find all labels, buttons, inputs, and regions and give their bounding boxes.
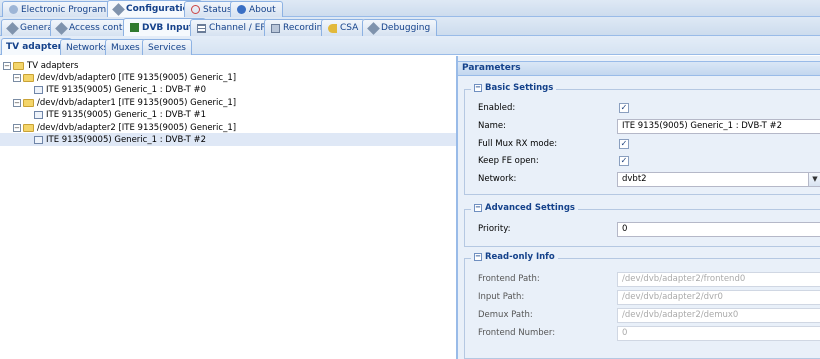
info-icon	[237, 5, 246, 14]
wrench-icon	[367, 21, 380, 35]
tab-debugging-label: Debugging	[381, 23, 431, 33]
tab-services[interactable]: Services	[142, 39, 192, 55]
tuner-icon	[34, 85, 43, 94]
main-tab-strip: Electronic Program Guide Configuration S…	[0, 0, 820, 17]
tab-debugging[interactable]: Debugging	[362, 19, 438, 36]
full-mux-checkbox[interactable]: ✓	[619, 139, 629, 149]
keep-fe-label: Keep FE open:	[478, 156, 539, 166]
tab-status-label: Status	[203, 4, 232, 15]
parameters-header: Parameters	[458, 61, 820, 76]
eye-icon	[191, 5, 200, 14]
folder-icon	[23, 98, 34, 107]
input-path-label: Input Path:	[478, 292, 525, 302]
tree-frontend-2-selected[interactable]: ITE 9135(9005) Generic_1 : DVB-T #2	[0, 133, 456, 146]
tab-muxes[interactable]: Muxes	[105, 39, 146, 55]
frontend-number-label: Frontend Number:	[478, 328, 556, 338]
wrench-icon	[55, 21, 68, 35]
tree-root-label: TV adapters	[27, 60, 79, 71]
tree-adapter-label: /dev/dvb/adapter2 [ITE 9135(9005) Generi…	[37, 122, 237, 133]
input-path-field: /dev/dvb/adapter2/dvr0	[617, 290, 820, 305]
collapse-icon[interactable]: −	[474, 84, 482, 92]
tuner-icon	[34, 135, 43, 144]
collapse-icon[interactable]: −	[3, 61, 11, 70]
frontend-path-field: /dev/dvb/adapter2/frontend0	[617, 272, 820, 287]
list-icon	[197, 23, 206, 33]
tree-frontend-0[interactable]: ITE 9135(9005) Generic_1 : DVB-T #0	[34, 83, 206, 96]
tree-frontend-label: ITE 9135(9005) Generic_1 : DVB-T #1	[46, 109, 207, 120]
tree-adapter-label: /dev/dvb/adapter0 [ITE 9135(9005) Generi…	[37, 72, 237, 83]
tuner-icon	[34, 110, 43, 119]
readonly-info-legend[interactable]: − Read-only Info	[471, 252, 558, 262]
tree-frontend-1[interactable]: ITE 9135(9005) Generic_1 : DVB-T #1	[34, 108, 206, 121]
frontend-number-field: 0	[617, 326, 820, 341]
keep-fe-checkbox[interactable]: ✓	[619, 156, 629, 166]
collapse-icon[interactable]: −	[13, 98, 21, 107]
collapse-icon[interactable]: −	[13, 73, 21, 82]
basic-settings-legend[interactable]: − Basic Settings	[471, 83, 557, 93]
sub-tab-strip: TV adapters Networks Muxes Services	[0, 36, 820, 55]
basic-settings-title: Basic Settings	[485, 83, 554, 93]
tab-tv-adapters-label: TV adapters	[6, 42, 68, 52]
tab-about-label: About	[249, 4, 276, 15]
network-select-value: dvbt2	[622, 174, 647, 184]
collapse-icon[interactable]: −	[474, 253, 482, 261]
advanced-settings-title: Advanced Settings	[485, 203, 575, 213]
basic-settings-fieldset: − Basic Settings Enabled: ✓ Name: ITE 91…	[464, 83, 820, 195]
wrench-icon	[6, 21, 19, 35]
network-label: Network:	[478, 174, 517, 184]
adapter-tree: − TV adapters − /dev/dvb/adapter0 [ITE 9…	[0, 56, 457, 359]
priority-field[interactable]: 0	[617, 222, 820, 237]
folder-icon	[13, 61, 24, 70]
config-tab-strip: General Access control DVB Inputs Channe…	[0, 17, 820, 36]
demux-path-field: /dev/dvb/adapter2/demux0	[617, 308, 820, 323]
folder-icon	[23, 123, 34, 132]
enabled-checkbox[interactable]: ✓	[619, 103, 629, 113]
network-select[interactable]: dvbt2 ▼	[617, 172, 820, 187]
dvb-icon	[130, 23, 139, 32]
advanced-settings-legend[interactable]: − Advanced Settings	[471, 203, 578, 213]
tree-adapter-label: /dev/dvb/adapter1 [ITE 9135(9005) Generi…	[37, 97, 237, 108]
name-field[interactable]: ITE 9135(9005) Generic_1 : DVB-T #2	[617, 119, 820, 134]
recording-icon	[271, 23, 280, 33]
tab-services-label: Services	[148, 42, 186, 53]
chevron-down-icon[interactable]: ▼	[808, 173, 820, 186]
tab-csa[interactable]: CSA	[321, 19, 366, 36]
tab-muxes-label: Muxes	[111, 42, 140, 53]
parameters-panel: Parameters − Basic Settings Enabled: ✓ N…	[457, 56, 820, 359]
readonly-info-title: Read-only Info	[485, 252, 555, 262]
enabled-label: Enabled:	[478, 103, 516, 113]
advanced-settings-fieldset: − Advanced Settings Priority: 0	[464, 203, 820, 247]
collapse-icon[interactable]: −	[13, 123, 21, 132]
tree-frontend-label: ITE 9135(9005) Generic_1 : DVB-T #0	[46, 84, 207, 95]
collapse-icon[interactable]: −	[474, 204, 482, 212]
frontend-path-label: Frontend Path:	[478, 274, 540, 284]
tree-frontend-label: ITE 9135(9005) Generic_1 : DVB-T #2	[46, 134, 207, 145]
folder-icon	[23, 73, 34, 82]
epg-icon	[9, 5, 18, 14]
key-icon	[328, 23, 337, 33]
tab-csa-label: CSA	[340, 23, 359, 33]
name-label: Name:	[478, 121, 506, 131]
readonly-info-fieldset: − Read-only Info Frontend Path: /dev/dvb…	[464, 252, 820, 359]
tab-about[interactable]: About	[230, 1, 283, 17]
priority-label: Priority:	[478, 224, 511, 234]
tab-networks-label: Networks	[66, 42, 109, 53]
full-mux-label: Full Mux RX mode:	[478, 139, 558, 149]
wrench-icon	[112, 2, 125, 16]
demux-path-label: Demux Path:	[478, 310, 533, 320]
